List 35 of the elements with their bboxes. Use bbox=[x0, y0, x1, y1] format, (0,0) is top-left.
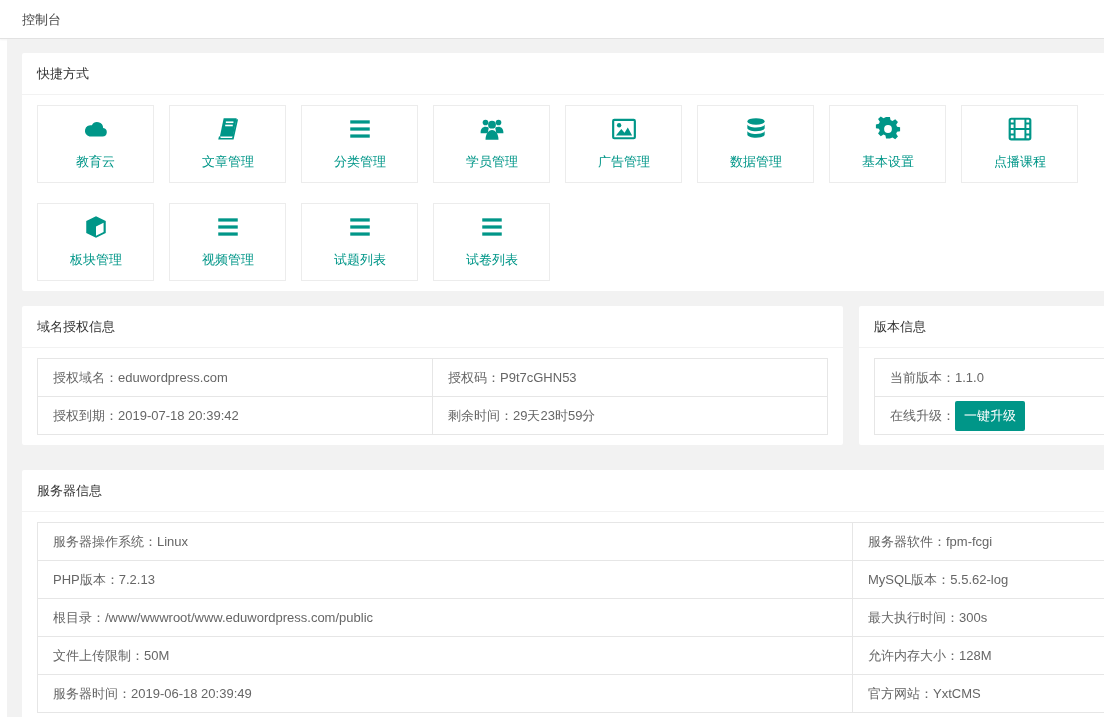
info-text: 允许内存大小：128M bbox=[868, 647, 992, 663]
info-text: 官方网站：YxtCMS bbox=[868, 685, 981, 701]
shortcut-tile[interactable]: 视频管理 bbox=[169, 203, 286, 281]
info-text: 授权到期：2019-07-18 20:39:42 bbox=[53, 407, 239, 423]
info-text: 服务器软件：fpm-fcgi bbox=[868, 533, 993, 549]
panel-title: 快捷方式 bbox=[22, 53, 1104, 95]
shortcut-tile[interactable]: 数据管理 bbox=[697, 105, 814, 183]
info-text: 服务器时间：2019-06-18 20:39:49 bbox=[53, 685, 252, 701]
shortcut-tile[interactable]: 学员管理 bbox=[433, 105, 550, 183]
info-text: MySQL版本：5.5.62-log bbox=[868, 571, 1009, 587]
info-label: 在线升级： bbox=[890, 407, 955, 423]
breadcrumb: 控制台 bbox=[22, 12, 61, 27]
info-text: 当前版本：1.1.0 bbox=[890, 369, 984, 385]
info-text: 服务器操作系统：Linux bbox=[53, 533, 189, 549]
info-text: 剩余时间：29天23时59分 bbox=[448, 407, 596, 423]
panel-title: 域名授权信息 bbox=[22, 306, 843, 348]
info-text: 最大执行时间：300s bbox=[868, 609, 988, 625]
info-text: PHP版本：7.2.13 bbox=[53, 571, 155, 587]
shortcut-tile[interactable]: 分类管理 bbox=[301, 105, 418, 183]
shortcut-tile[interactable]: 板块管理 bbox=[37, 203, 154, 281]
info-text: 授权码：P9t7cGHN53 bbox=[448, 369, 577, 385]
film-icon bbox=[1006, 116, 1033, 143]
shortcut-tile[interactable]: 试题列表 bbox=[301, 203, 418, 281]
info-text: 文件上传限制：50M bbox=[53, 647, 170, 663]
shortcut-tile[interactable]: 基本设置 bbox=[829, 105, 946, 183]
shortcut-tile[interactable]: 试卷列表 bbox=[433, 203, 550, 281]
info-text: 根目录：/www/wwwroot/www.eduwordpress.com/public bbox=[53, 609, 374, 625]
shortcut-tile[interactable]: 点播课程 bbox=[961, 105, 1078, 183]
upgrade-button[interactable]: 一键升级 bbox=[955, 400, 1025, 431]
panel-title: 版本信息 bbox=[859, 306, 1104, 348]
info-text: 授权域名：eduwordpress.com bbox=[53, 369, 228, 385]
panel-title: 服务器信息 bbox=[22, 470, 1104, 512]
shortcut-tile[interactable]: 文章管理 bbox=[169, 105, 286, 183]
shortcut-tile[interactable]: 教育云 bbox=[37, 105, 154, 183]
shortcut-tile[interactable]: 广告管理 bbox=[565, 105, 682, 183]
